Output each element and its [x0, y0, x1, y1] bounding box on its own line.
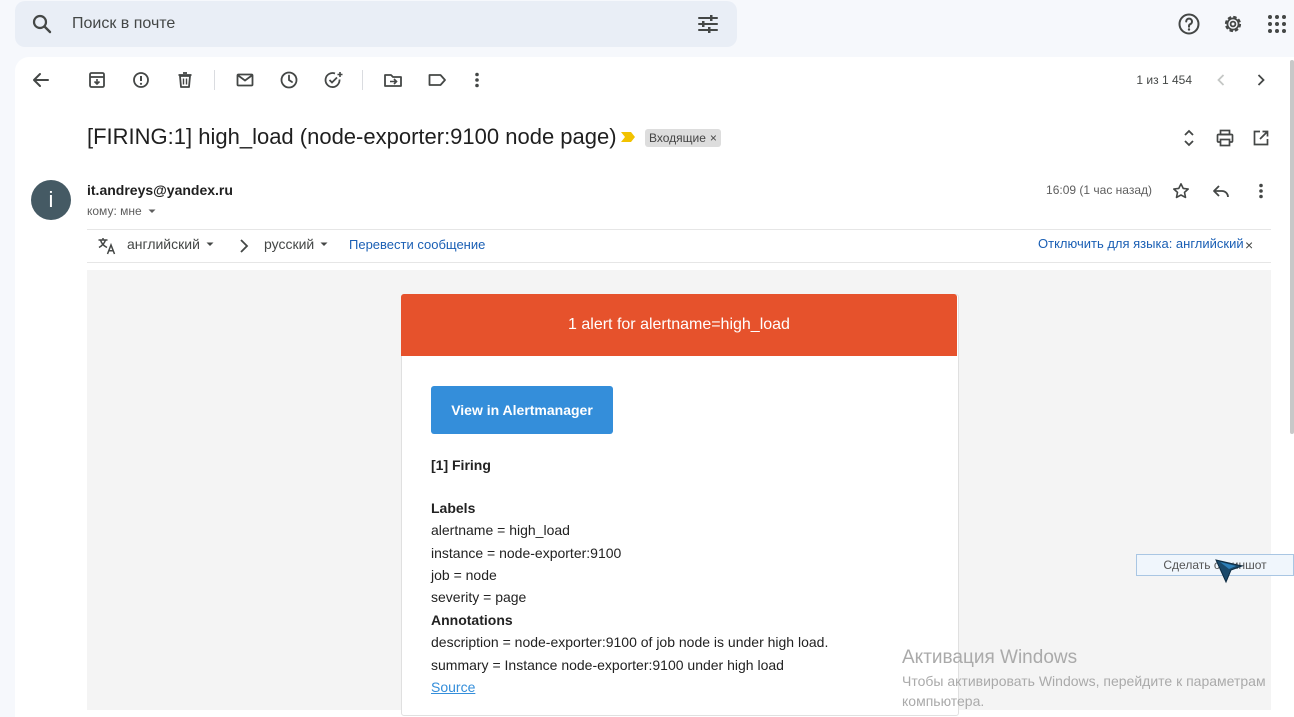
back-arrow-icon[interactable] — [30, 69, 52, 91]
target-language-label: русский — [264, 236, 315, 252]
source-link[interactable]: Source — [431, 679, 475, 695]
annotations-heading: Annotations — [431, 612, 513, 628]
view-in-alertmanager-button[interactable]: View in Alertmanager — [431, 386, 613, 434]
translate-message-link[interactable]: Перевести сообщение — [349, 237, 485, 252]
close-translate-bar-button[interactable]: × — [1245, 237, 1253, 253]
message-time: 16:09 (1 час назад) — [1046, 183, 1152, 197]
apps-grid-icon[interactable] — [1265, 12, 1289, 36]
search-options-icon[interactable] — [696, 12, 720, 36]
dropdown-arrow-icon — [204, 238, 216, 250]
label-line: job = node — [431, 567, 497, 583]
recipients-text: кому: мне — [87, 204, 142, 218]
windows-activation-text: Чтобы активировать Windows, перейдите к … — [902, 671, 1294, 711]
toolbar-divider — [362, 70, 363, 90]
delete-icon[interactable] — [174, 69, 196, 91]
target-language-select[interactable]: русский — [264, 236, 330, 252]
expand-all-icon[interactable] — [1178, 127, 1200, 149]
archive-icon[interactable] — [86, 69, 108, 91]
mouse-cursor-icon — [1212, 552, 1246, 586]
reply-icon[interactable] — [1210, 180, 1232, 202]
dropdown-arrow-icon[interactable] — [145, 204, 159, 218]
label-icon[interactable] — [426, 69, 448, 91]
sender-avatar[interactable]: i — [31, 180, 71, 220]
labels-heading: Labels — [431, 500, 476, 516]
snooze-icon[interactable] — [278, 69, 300, 91]
older-chevron-right-icon[interactable] — [1250, 69, 1272, 91]
search-icon[interactable] — [30, 12, 54, 36]
windows-activation-title: Активация Windows — [902, 647, 1078, 668]
sender-email[interactable]: it.andreys@yandex.ru — [87, 182, 233, 198]
disable-translation-link[interactable]: Отключить для языка: английский — [1038, 236, 1244, 251]
dropdown-arrow-icon — [318, 238, 330, 250]
open-new-window-icon[interactable] — [1250, 127, 1272, 149]
report-spam-icon[interactable] — [130, 69, 152, 91]
importance-marker-icon[interactable] — [620, 131, 636, 143]
settings-icon[interactable] — [1221, 12, 1245, 36]
print-icon[interactable] — [1214, 127, 1236, 149]
label-line: alertname = high_load — [431, 522, 570, 538]
recipients[interactable]: кому: мне — [87, 204, 159, 218]
message-subject: [FIRING:1] high_load (node-exporter:9100… — [87, 124, 617, 149]
more-vert-icon[interactable] — [466, 69, 488, 91]
annotation-line: summary = Instance node-exporter:9100 un… — [431, 657, 784, 673]
remove-label-button[interactable]: × — [710, 131, 717, 145]
message-counter: 1 из 1 454 — [1136, 73, 1192, 87]
label-line: severity = page — [431, 589, 527, 605]
windows-activation-line: Чтобы активировать Windows, перейдите к … — [902, 673, 1266, 689]
label-line: instance = node-exporter:9100 — [431, 545, 622, 561]
firing-heading: [1] Firing — [431, 457, 491, 473]
source-language-select[interactable]: английский — [127, 236, 216, 252]
inbox-label-chip[interactable]: Входящие × — [645, 129, 721, 147]
windows-activation-line: компьютера. — [902, 693, 985, 709]
alert-email-card — [401, 294, 959, 716]
star-icon[interactable] — [1170, 180, 1192, 202]
source-language-label: английский — [127, 236, 200, 252]
search-input[interactable] — [72, 13, 672, 35]
toolbar-divider — [214, 70, 215, 90]
alert-header: 1 alert for alertname=high_load — [401, 294, 957, 356]
more-vert-icon[interactable] — [1250, 180, 1272, 202]
help-icon[interactable] — [1177, 12, 1201, 36]
annotation-line: description = node-exporter:9100 of job … — [431, 634, 829, 650]
newer-chevron-left-icon[interactable] — [1210, 69, 1232, 91]
label-chip-text: Входящие — [649, 131, 706, 145]
chevron-right-icon — [235, 235, 253, 257]
add-task-icon[interactable] — [322, 69, 344, 91]
move-to-folder-icon[interactable] — [382, 69, 404, 91]
scrollbar[interactable] — [1290, 60, 1294, 434]
mark-unread-icon[interactable] — [234, 69, 256, 91]
translate-icon — [96, 235, 118, 257]
